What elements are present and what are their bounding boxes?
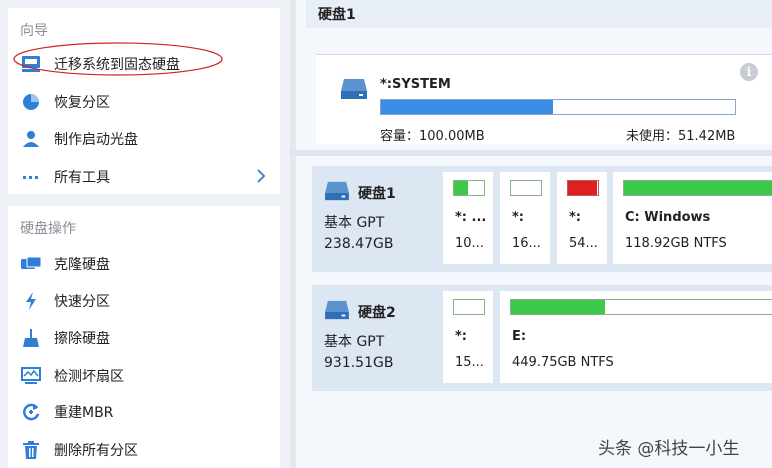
partition-size: 10... bbox=[455, 236, 484, 251]
menu-item-delete-all-partitions[interactable]: 删除所有分区 bbox=[20, 436, 276, 464]
partition-tile[interactable]: *: 16... bbox=[500, 172, 550, 264]
partition-bar-fill bbox=[568, 181, 597, 195]
disk-type: 基本 GPT bbox=[324, 334, 385, 350]
disk-size: 931.51GB bbox=[324, 355, 394, 371]
partition-detail-panel: i *:SYSTEM 容量：100.00MB 未使用：51.42MB bbox=[316, 54, 772, 144]
partition-bar-fill bbox=[624, 181, 772, 195]
partition-tile[interactable]: *: 15... bbox=[443, 291, 493, 383]
partition-tile-c-windows[interactable]: C: Windows 118.92GB NTFS bbox=[613, 172, 772, 264]
menu-item-quick-partition[interactable]: 快速分区 bbox=[20, 287, 276, 315]
partition-tile-e[interactable]: E: 449.75GB NTFS bbox=[500, 291, 772, 383]
trash-icon bbox=[20, 439, 42, 461]
partition-letter: *: bbox=[455, 329, 467, 344]
disk-card-1[interactable]: 硬盘1 基本 GPT 238.47GB *: ... 10... *: 16..… bbox=[312, 166, 772, 272]
disk-info: 硬盘2 基本 GPT 931.51GB bbox=[324, 299, 442, 371]
menu-item-wipe-disk[interactable]: 擦除硬盘 bbox=[20, 324, 276, 352]
menu-item-label: 删除所有分区 bbox=[54, 443, 138, 459]
partition-bar-fill bbox=[454, 181, 468, 195]
menu-item-clone-disk[interactable]: 克隆硬盘 bbox=[20, 250, 276, 278]
partition-capacity: 容量：100.00MB bbox=[380, 129, 485, 144]
partition-bar-fill bbox=[511, 300, 605, 314]
partition-size: 16... bbox=[512, 236, 541, 251]
partition-letter: *: bbox=[512, 210, 524, 225]
menu-item-label: 所有工具 bbox=[54, 170, 110, 186]
menu-item-label: 重建MBR bbox=[54, 405, 114, 421]
disk-ops-panel: 硬盘操作 克隆硬盘 快速分区 擦除硬盘 检测坏扇区 重建MBR 删除所有分区 bbox=[8, 206, 280, 468]
partition-usage-fill bbox=[381, 100, 554, 114]
disk-card-2[interactable]: 硬盘2 基本 GPT 931.51GB *: 15... E: 449.75GB… bbox=[312, 285, 772, 391]
disk-name: 硬盘1 bbox=[358, 186, 396, 202]
disk-size: 238.47GB bbox=[324, 236, 394, 252]
menu-item-label: 检测坏扇区 bbox=[54, 369, 124, 385]
partition-size: 449.75GB NTFS bbox=[512, 355, 614, 370]
menu-item-all-tools[interactable]: 所有工具 bbox=[20, 163, 276, 191]
chevron-right-icon bbox=[256, 168, 266, 188]
partition-unused: 未使用：51.42MB bbox=[626, 129, 736, 144]
lightning-icon bbox=[20, 290, 42, 312]
partition-bar bbox=[567, 180, 599, 196]
watermark: 头条 @科技一小生 bbox=[598, 439, 740, 459]
clone-disk-icon bbox=[20, 253, 42, 275]
partition-letter: C: Windows bbox=[625, 210, 711, 225]
menu-item-label: 制作启动光盘 bbox=[54, 132, 138, 148]
menu-item-rebuild-mbr[interactable]: 重建MBR bbox=[20, 398, 276, 426]
disk-name: 硬盘2 bbox=[358, 305, 396, 321]
more-dots-icon bbox=[20, 166, 42, 188]
drive-icon bbox=[324, 299, 350, 325]
drive-icon bbox=[324, 180, 350, 206]
partition-letter: E: bbox=[512, 329, 527, 344]
boot-disc-user-icon bbox=[20, 128, 42, 150]
disk-ops-section-title: 硬盘操作 bbox=[20, 221, 76, 237]
menu-item-boot-disc[interactable]: 制作启动光盘 bbox=[20, 125, 276, 153]
partition-letter: *: bbox=[569, 210, 581, 225]
disk-header: 硬盘1 bbox=[306, 0, 772, 28]
disk-header-title: 硬盘1 bbox=[318, 7, 356, 23]
partition-bar bbox=[453, 180, 485, 196]
menu-item-label: 恢复分区 bbox=[54, 95, 110, 111]
menu-item-label: 迁移系统到固态硬盘 bbox=[54, 57, 180, 73]
info-icon[interactable]: i bbox=[740, 63, 758, 81]
drive-icon bbox=[340, 77, 368, 105]
partition-tile[interactable]: *: ... 10... bbox=[443, 172, 493, 264]
disk-type: 基本 GPT bbox=[324, 215, 385, 231]
disk-info: 硬盘1 基本 GPT 238.47GB bbox=[324, 180, 442, 252]
monitor-scan-icon bbox=[20, 365, 42, 387]
pane-divider[interactable] bbox=[290, 0, 296, 468]
partition-usage-bar bbox=[380, 99, 736, 115]
sidebar: 向导 迁移系统到固态硬盘 恢复分区 制作启动光盘 所有工具 硬盘操作 克隆硬盘 … bbox=[0, 0, 290, 468]
partition-bar bbox=[510, 299, 772, 315]
broom-icon bbox=[20, 327, 42, 349]
pie-restore-icon bbox=[20, 91, 42, 113]
partition-bar bbox=[623, 180, 772, 196]
wizard-section-title: 向导 bbox=[20, 23, 48, 39]
rebuild-icon bbox=[20, 401, 42, 423]
partition-size: 54... bbox=[569, 236, 598, 251]
menu-item-migrate-os[interactable]: 迁移系统到固态硬盘 bbox=[20, 50, 276, 78]
menu-item-bad-sector-check[interactable]: 检测坏扇区 bbox=[20, 362, 276, 390]
section-separator bbox=[290, 150, 772, 156]
partition-bar bbox=[453, 299, 485, 315]
menu-item-label: 克隆硬盘 bbox=[54, 257, 110, 273]
partition-letter: *: ... bbox=[455, 210, 487, 225]
menu-item-label: 擦除硬盘 bbox=[54, 331, 110, 347]
partition-size: 118.92GB NTFS bbox=[625, 236, 727, 251]
migrate-disk-icon bbox=[20, 53, 42, 75]
menu-item-label: 快速分区 bbox=[54, 294, 110, 310]
partition-tile[interactable]: *: 54... bbox=[557, 172, 607, 264]
partition-name: *:SYSTEM bbox=[380, 77, 451, 92]
partition-size: 15... bbox=[455, 355, 484, 370]
partition-bar bbox=[510, 180, 542, 196]
wizard-panel: 向导 迁移系统到固态硬盘 恢复分区 制作启动光盘 所有工具 bbox=[8, 8, 280, 194]
menu-item-restore-partition[interactable]: 恢复分区 bbox=[20, 88, 276, 116]
